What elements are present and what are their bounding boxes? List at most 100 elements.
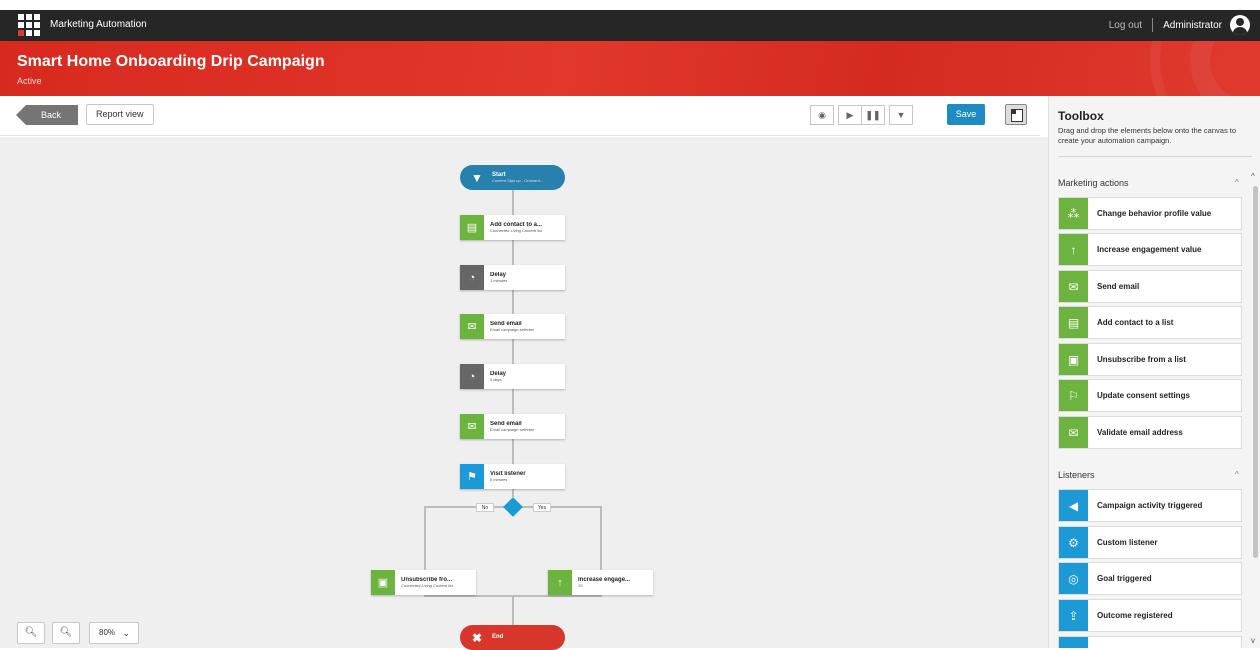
node-subtitle: Email campaign selected xyxy=(490,426,535,432)
people-icon: ⁂ xyxy=(1059,198,1088,229)
scroll-thumb[interactable] xyxy=(1253,186,1258,558)
toolbox-item-label: Validate email address xyxy=(1097,428,1183,437)
toolbox-item-custom-listener[interactable]: ⚙ Custom listener xyxy=(1058,526,1242,559)
toggle-toolbox-button[interactable] xyxy=(1005,104,1027,125)
zoom-out-icon: 🔍︎ xyxy=(59,627,73,638)
toolbox-item-send-email[interactable]: ✉ Send email xyxy=(1058,270,1242,303)
clock-icon: ◔ xyxy=(460,364,484,389)
node-title: End xyxy=(492,634,504,641)
zoom-level: 80% xyxy=(99,628,116,637)
visit-icon: ⚑ xyxy=(460,464,484,489)
node-subtitle: 1 minutes xyxy=(490,277,508,283)
zoom-in-button[interactable]: 🔍︎ xyxy=(17,622,45,644)
zoom-in-icon: 🔍︎ xyxy=(24,627,38,638)
top-margin xyxy=(0,0,1260,10)
flow-node-visit-listener[interactable]: ⚑ Visit listener 8 minutes xyxy=(460,464,565,489)
scroll-up-icon[interactable]: ^ xyxy=(1251,172,1255,181)
pause-icon: ❚❚ xyxy=(865,109,881,120)
save-button[interactable]: Save xyxy=(947,104,985,125)
chevron-down-icon: ▼ xyxy=(896,110,906,120)
play-button[interactable]: ▶ xyxy=(838,105,862,125)
list-icon: ▤ xyxy=(1059,307,1088,338)
toolbox-item-outcome-registered[interactable]: ⇪ Outcome registered xyxy=(1058,599,1242,632)
flow-node-delay[interactable]: ◔ Delay 1 minutes xyxy=(460,265,565,290)
toolbox-item-validate-email[interactable]: ✉ Validate email address xyxy=(1058,416,1242,449)
branch-no-label: No xyxy=(476,503,494,512)
node-subtitle: Email campaign selected xyxy=(490,326,535,332)
node-title: Increase engage... xyxy=(578,577,631,583)
connector-line xyxy=(512,595,514,625)
preview-button[interactable]: ◉ xyxy=(810,105,834,125)
app-title: Marketing Automation xyxy=(50,19,147,30)
eye-icon: ◉ xyxy=(818,109,826,120)
decision-diamond[interactable] xyxy=(503,497,523,517)
toolbox-title: Toolbox xyxy=(1058,109,1104,123)
toolbox-item-label: Unsubscribe from a list xyxy=(1097,355,1186,364)
flow-node-increase-engagement[interactable]: ↑ Increase engage... 10 xyxy=(548,570,653,595)
toolbox-item-goal-triggered[interactable]: ◎ Goal triggered xyxy=(1058,562,1242,595)
pause-button[interactable]: ❚❚ xyxy=(861,105,885,125)
envelope-icon: ✉ xyxy=(1059,271,1088,302)
unsubscribe-icon: ▣ xyxy=(1059,344,1088,375)
toolbox-item-update-consent[interactable]: ⚐ Update consent settings xyxy=(1058,379,1242,412)
zoom-out-button[interactable]: 🔍︎ xyxy=(52,622,80,644)
toolbox-item-change-behavior-profile[interactable]: ⁂ Change behavior profile value xyxy=(1058,197,1242,230)
toolbox-description: Drag and drop the elements below onto th… xyxy=(1058,126,1237,146)
close-icon: ✖ xyxy=(471,630,483,645)
toolbox-item-unsubscribe[interactable]: ▣ Unsubscribe from a list xyxy=(1058,343,1242,376)
chevron-up-icon[interactable]: ^ xyxy=(1235,178,1239,187)
megaphone-icon: ◀ xyxy=(1059,490,1088,521)
toolbox-item-increase-engagement[interactable]: ↑ Increase engagement value xyxy=(1058,233,1242,266)
status-badge: Active xyxy=(17,76,42,86)
campaign-canvas[interactable]: ▼ Start Content Sign up - Onboard... ▤ A… xyxy=(0,137,1048,650)
app-launcher-icon[interactable] xyxy=(18,14,40,36)
flow-node-add-contact[interactable]: ▤ Add contact to a... Connected Living Co… xyxy=(460,215,565,240)
envelope-icon: ✉ xyxy=(460,314,484,339)
toolbox-scrollbar[interactable]: ^ v xyxy=(1251,170,1259,648)
toolbox-item-label: Update consent settings xyxy=(1097,391,1190,400)
toolbox-item-label: Outcome registered xyxy=(1097,611,1173,620)
flow-node-send-email[interactable]: ✉ Send email Email campaign selected xyxy=(460,414,565,439)
zoom-select[interactable]: 80% ⌄ xyxy=(89,622,139,644)
toolbox-item-partial[interactable]: ◎ xyxy=(1058,636,1242,648)
section-title-marketing-actions[interactable]: Marketing actions xyxy=(1058,178,1129,188)
upload-icon: ⇪ xyxy=(1059,600,1088,631)
top-bar: Marketing Automation Log out Administrat… xyxy=(0,10,1260,41)
toolbox-item-label: Change behavior profile value xyxy=(1097,209,1212,218)
logout-link[interactable]: Log out xyxy=(1109,20,1142,31)
divider xyxy=(1058,156,1252,157)
target-icon: ◎ xyxy=(1059,563,1088,594)
unsubscribe-icon: ▣ xyxy=(371,570,395,595)
validate-email-icon: ✉ xyxy=(1059,417,1088,448)
flow-node-delay[interactable]: ◔ Delay 9 days xyxy=(460,364,565,389)
toolbox-item-label: Custom listener xyxy=(1097,538,1158,547)
branch-yes-label: Yes xyxy=(533,503,551,512)
flow-node-send-email[interactable]: ✉ Send email Email campaign selected xyxy=(460,314,565,339)
flow-node-unsubscribe[interactable]: ▣ Unsubscribe fro... Connected Living Con… xyxy=(371,570,476,595)
toolbox-item-campaign-activity[interactable]: ◀ Campaign activity triggered xyxy=(1058,489,1242,522)
separator xyxy=(1152,18,1154,32)
scroll-down-icon[interactable]: v xyxy=(1251,636,1255,645)
arrow-up-icon: ↑ xyxy=(1059,234,1088,265)
more-actions-button[interactable]: ▼ xyxy=(889,105,913,125)
toolbox-item-add-contact[interactable]: ▤ Add contact to a list xyxy=(1058,306,1242,339)
node-subtitle: Content Sign up - Onboard... xyxy=(492,177,544,183)
list-icon: ▤ xyxy=(460,215,484,240)
toolbox-item-label: Increase engagement value xyxy=(1097,245,1202,254)
user-name[interactable]: Administrator xyxy=(1163,20,1222,31)
start-node[interactable]: ▼ Start Content Sign up - Onboard... xyxy=(460,165,565,190)
avatar[interactable] xyxy=(1230,15,1250,35)
toolbox-panel: Toolbox Drag and drop the elements below… xyxy=(1048,96,1260,648)
envelope-icon: ✉ xyxy=(460,414,484,439)
back-button[interactable]: Back xyxy=(16,105,78,125)
section-title-listeners[interactable]: Listeners xyxy=(1058,470,1095,480)
end-node[interactable]: ✖ End xyxy=(460,625,565,650)
arrow-up-icon: ↑ xyxy=(548,570,572,595)
toolbox-item-label: Campaign activity triggered xyxy=(1097,501,1203,510)
play-icon: ▶ xyxy=(846,109,854,120)
node-subtitle: 8 minutes xyxy=(490,476,508,482)
chevron-up-icon[interactable]: ^ xyxy=(1235,470,1239,479)
report-view-button[interactable]: Report view xyxy=(86,104,154,125)
playback-controls: ◉ ▶ ❚❚ ▼ xyxy=(810,105,913,125)
canvas-toolbar: Back Report view ◉ ▶ ❚❚ ▼ Save xyxy=(0,96,1040,136)
